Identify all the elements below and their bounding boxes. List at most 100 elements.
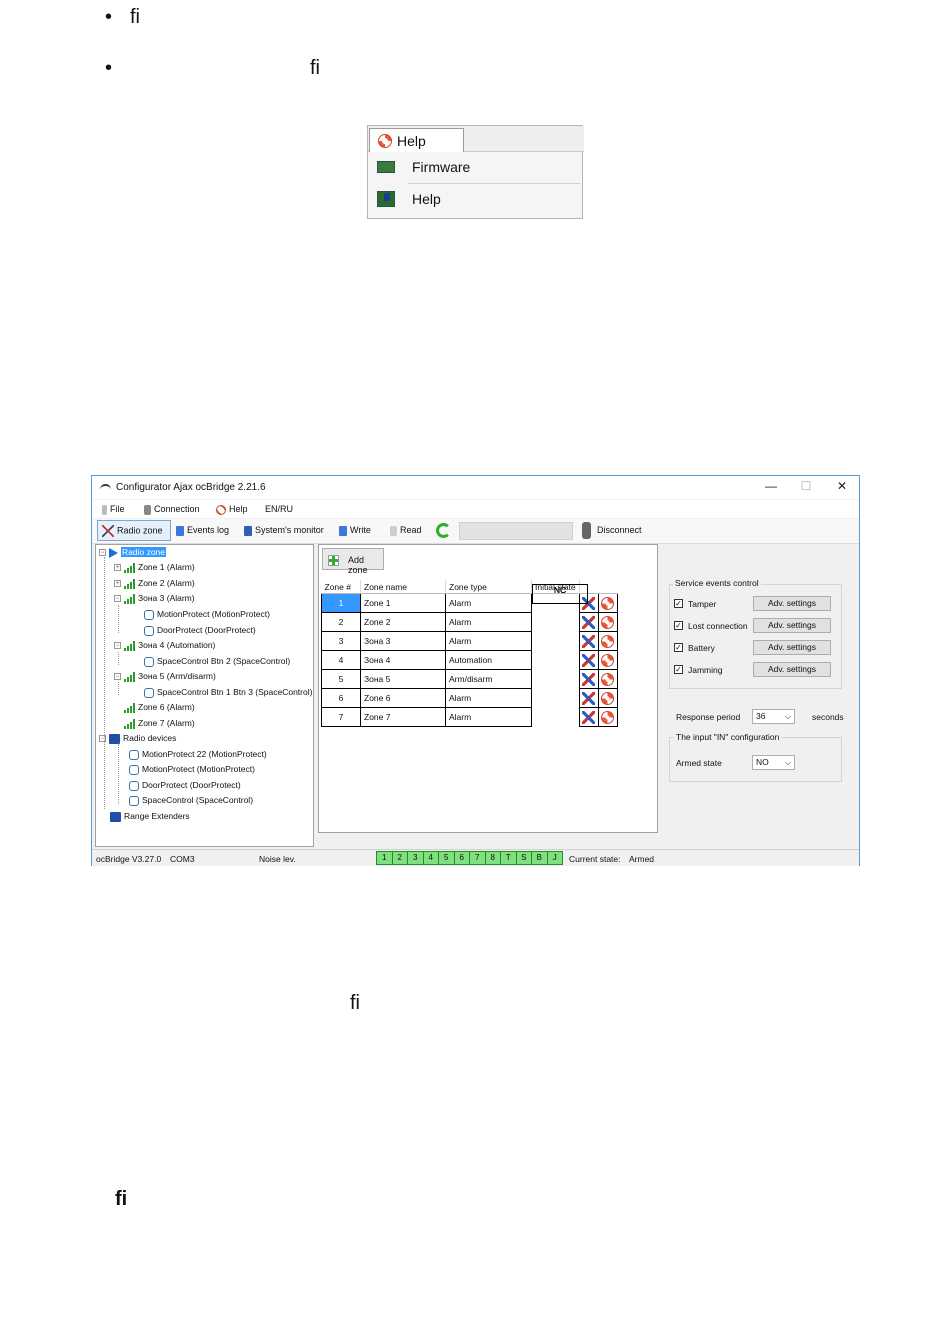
menu-item-help[interactable]: Help: [369, 185, 582, 213]
table-row[interactable]: 2 Zone 2 Alarm NC: [321, 584, 618, 632]
disconnect-button[interactable]: Disconnect: [597, 525, 642, 535]
tree-item-zone[interactable]: Zone 6 (Alarm): [124, 702, 195, 713]
zones-table: Zone # Zone name Zone type Initial state…: [321, 580, 618, 727]
bullet: •: [105, 6, 113, 28]
column-header[interactable]: Zone type: [445, 580, 532, 594]
keyfob-icon: [144, 687, 154, 698]
tamper-checkbox[interactable]: ✓: [674, 599, 683, 608]
zone-type-cell: Alarm: [445, 593, 532, 613]
zone-number-cell: 7: [321, 707, 361, 727]
tree-item-device[interactable]: MotionProtect (MotionProtect): [129, 764, 255, 775]
delete-zone-cell[interactable]: [597, 707, 618, 727]
menu-connection[interactable]: Connection: [144, 504, 200, 515]
events-log-button[interactable]: Events log: [176, 525, 229, 536]
column-header[interactable]: Zone #: [321, 580, 361, 594]
battery-checkbox[interactable]: ✓: [674, 643, 683, 652]
menu-item-firmware[interactable]: Firmware: [369, 153, 582, 181]
menu-file[interactable]: File: [102, 504, 125, 515]
tree-item-zone[interactable]: − Зона 3 (Alarm): [114, 593, 195, 604]
zone-status-cell: 8: [485, 852, 501, 864]
zone-number-cell: 2: [321, 612, 361, 632]
tree-item-device[interactable]: DoorProtect (DoorProtect): [144, 625, 256, 636]
delete-zone-cell[interactable]: [597, 593, 618, 613]
tree-item-device[interactable]: SpaceControl Btn 1 Btn 3 (SpaceControl): [144, 687, 312, 698]
edit-zone-cell[interactable]: [578, 650, 599, 670]
armed-state-select[interactable]: NO ⌵: [752, 755, 795, 770]
tree-range-extenders[interactable]: Range Extenders: [110, 811, 190, 822]
adv-settings-button[interactable]: Adv. settings: [753, 640, 831, 655]
delete-lifebuoy-icon[interactable]: [600, 672, 614, 686]
events-log-icon: [176, 525, 184, 536]
edit-wrench-icon[interactable]: [581, 710, 595, 724]
radio-zone-button[interactable]: Radio zone: [102, 525, 163, 537]
edit-wrench-icon[interactable]: [581, 615, 595, 629]
tree-root-radio-zone[interactable]: − Radio zone: [99, 547, 167, 558]
write-button[interactable]: Write: [339, 525, 371, 536]
delete-zone-cell[interactable]: [597, 650, 618, 670]
table-row[interactable]: 6 Zone 6 Alarm NC: [321, 584, 618, 708]
minimize-button[interactable]: —: [757, 479, 785, 495]
table-row[interactable]: 4 Зона 4 Automation NC: [321, 584, 618, 670]
keyfob-icon: [144, 656, 154, 667]
edit-zone-cell[interactable]: [578, 612, 599, 632]
table-row[interactable]: 7 Zone 7 Alarm NC: [321, 584, 618, 727]
help-chip-icon: [377, 191, 395, 207]
adv-settings-button[interactable]: Adv. settings: [753, 662, 831, 677]
delete-lifebuoy-icon[interactable]: [600, 653, 614, 667]
edit-wrench-icon[interactable]: [581, 634, 595, 648]
delete-zone-cell[interactable]: [597, 612, 618, 632]
delete-zone-cell[interactable]: [597, 688, 618, 708]
edit-zone-cell[interactable]: [578, 688, 599, 708]
version-label: ocBridge V3.27.0: [96, 854, 162, 864]
response-period-select[interactable]: 36 ⌵: [752, 709, 795, 724]
refresh-icon[interactable]: [436, 523, 451, 538]
tree-item-device[interactable]: SpaceControl Btn 2 (SpaceControl): [144, 656, 290, 667]
delete-zone-cell[interactable]: [597, 669, 618, 689]
delete-lifebuoy-icon[interactable]: [600, 691, 614, 705]
edit-zone-cell[interactable]: [578, 631, 599, 651]
delete-zone-cell[interactable]: [597, 631, 618, 651]
systems-monitor-button[interactable]: System's monitor: [244, 525, 324, 536]
tree-label: SpaceControl Btn 2 (SpaceControl): [157, 656, 291, 666]
table-row[interactable]: 5 Зона 5 Arm/disarm NC: [321, 584, 618, 689]
menu-language[interactable]: EN/RU: [265, 504, 293, 514]
edit-zone-cell[interactable]: [578, 707, 599, 727]
tree-item-zone[interactable]: Zone 7 (Alarm): [124, 718, 195, 729]
door-sensor-icon: [129, 780, 139, 791]
adv-settings-button[interactable]: Adv. settings: [753, 596, 831, 611]
maximize-button[interactable]: ☐: [792, 479, 820, 495]
checkbox-label: Lost connection: [688, 621, 748, 631]
tree-item-zone[interactable]: + Zone 1 (Alarm): [114, 562, 195, 573]
edit-zone-cell[interactable]: [578, 669, 599, 689]
lost-connection-checkbox[interactable]: ✓: [674, 621, 683, 630]
tree-item-zone[interactable]: − Зона 5 (Arm/disarm): [114, 671, 216, 682]
tree-line: [118, 682, 119, 695]
delete-lifebuoy-icon[interactable]: [600, 634, 614, 648]
tree-item-device[interactable]: MotionProtect 22 (MotionProtect): [129, 749, 267, 760]
bullet: •: [105, 57, 113, 79]
tree-radio-devices[interactable]: − Radio devices: [99, 733, 176, 744]
adv-settings-button[interactable]: Adv. settings: [753, 618, 831, 633]
tree-item-device[interactable]: SpaceControl (SpaceControl): [129, 795, 253, 806]
read-button[interactable]: Read: [390, 525, 422, 536]
plus-icon: [328, 555, 339, 566]
close-button[interactable]: ✕: [828, 479, 856, 495]
edit-wrench-icon[interactable]: [581, 653, 595, 667]
firmware-chip-icon: [377, 161, 395, 173]
tree-item-zone[interactable]: + Zone 2 (Alarm): [114, 578, 195, 589]
menu-help[interactable]: Help: [216, 504, 248, 515]
help-menu-tab[interactable]: Help: [369, 128, 464, 152]
delete-lifebuoy-icon[interactable]: [600, 615, 614, 629]
delete-lifebuoy-icon[interactable]: [600, 710, 614, 724]
signal-icon: [124, 578, 135, 589]
column-header[interactable]: Zone name: [360, 580, 446, 594]
delete-lifebuoy-icon[interactable]: [600, 596, 614, 610]
jamming-checkbox[interactable]: ✓: [674, 665, 683, 674]
edit-wrench-icon[interactable]: [581, 691, 595, 705]
table-row[interactable]: 3 Зона 3 Alarm NC: [321, 584, 618, 651]
add-zone-button[interactable]: Add zone: [322, 548, 384, 575]
tree-item-device[interactable]: MotionProtect (MotionProtect): [144, 609, 270, 620]
edit-wrench-icon[interactable]: [581, 672, 595, 686]
tree-item-zone[interactable]: − Зона 4 (Automation): [114, 640, 215, 651]
tree-item-device[interactable]: DoorProtect (DoorProtect): [129, 780, 241, 791]
